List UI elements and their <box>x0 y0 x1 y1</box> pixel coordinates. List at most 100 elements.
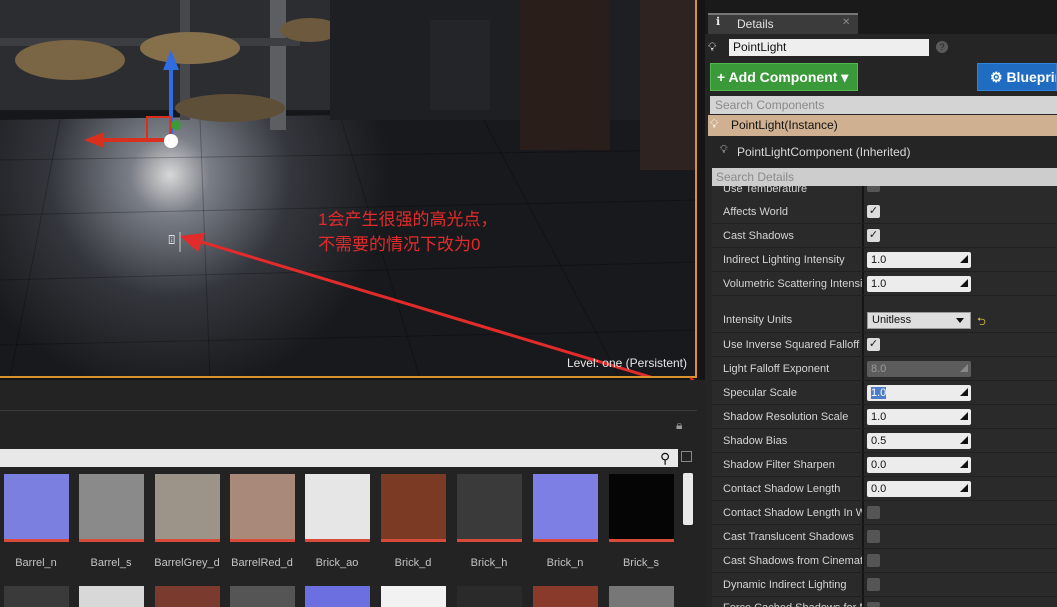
asset-label: Brick_n <box>546 557 584 569</box>
chevron-down-icon <box>956 318 964 323</box>
row-separator <box>712 380 1057 381</box>
row-separator <box>712 223 1057 224</box>
column-divider[interactable] <box>862 186 864 607</box>
level-label: Level: one (Persistent) <box>566 356 687 370</box>
add-component-button[interactable]: + Add Component ▾ <box>710 63 858 91</box>
field-shadow-filter[interactable]: 0.0 <box>867 457 971 473</box>
lightbulb-icon: 💡︎ <box>708 40 717 54</box>
prop-label-contact-shadow-ws: Contact Shadow Length In World Space <box>723 507 862 519</box>
component-child-row[interactable]: PointLightComponent (Inherited) <box>737 145 910 159</box>
field-value: 0.0 <box>871 459 887 471</box>
lock-icon[interactable]: ? <box>936 41 948 53</box>
asset-thumbnail[interactable] <box>155 474 220 539</box>
checkbox-cast-shadows[interactable]: ✓ <box>867 229 880 242</box>
search-icon[interactable]: ⚲ <box>660 450 670 467</box>
row-separator <box>712 356 1057 357</box>
asset-type-bar <box>457 539 522 542</box>
tab-details[interactable] <box>708 13 858 34</box>
checkbox-cast-cinematic[interactable] <box>867 554 880 567</box>
asset-thumbnail[interactable] <box>4 474 69 539</box>
asset-thumbnail[interactable] <box>230 586 295 607</box>
asset-thumbnail[interactable] <box>457 586 522 607</box>
asset-type-bar <box>305 539 370 542</box>
asset-label: Brick_h <box>470 557 508 569</box>
field-value: 1.0 <box>871 278 887 290</box>
asset-thumbnail[interactable] <box>79 586 144 607</box>
row-separator <box>712 548 1057 549</box>
prop-label-intensity-units: Intensity Units <box>723 314 793 326</box>
checkbox-inverse-squared[interactable]: ✓ <box>867 338 880 351</box>
field-shadow-resolution[interactable]: 1.0 <box>867 409 971 425</box>
dropdown-value: Unitless <box>872 314 912 326</box>
row-separator <box>712 452 1057 453</box>
asset-type-bar <box>533 539 598 542</box>
search-details-input[interactable]: Search Details <box>712 168 1057 186</box>
component-instance-row[interactable]: PointLight(Instance) <box>708 115 1057 136</box>
prop-label-shadow-filter: Shadow Filter Sharpen <box>723 459 835 471</box>
reset-to-default-icon[interactable]: ⮌ <box>977 313 986 332</box>
browser-divider <box>0 410 697 411</box>
asset-thumbnail[interactable] <box>533 586 598 607</box>
close-icon[interactable]: ✕ <box>842 17 850 28</box>
row-separator <box>712 572 1057 573</box>
asset-label: BarrelGrey_d <box>154 557 220 569</box>
prop-label-falloff-exponent: Light Falloff Exponent <box>723 363 830 375</box>
field-falloff-exponent: 8.0 <box>867 361 971 377</box>
prop-label-force-cached: Force Cached Shadows for Movable Primiti… <box>723 602 862 607</box>
drag-handle-icon[interactable] <box>960 388 968 396</box>
prop-label-indirect-lighting: Indirect Lighting Intensity <box>723 254 845 266</box>
asset-thumbnail[interactable] <box>533 474 598 539</box>
field-indirect-lighting[interactable]: 1.0 <box>867 252 971 268</box>
asset-thumbnail[interactable] <box>609 474 674 539</box>
asset-search-input[interactable] <box>0 449 678 467</box>
asset-thumbnail[interactable] <box>305 586 370 607</box>
drag-handle-icon[interactable] <box>960 460 968 468</box>
row-separator <box>712 332 1057 333</box>
prop-label-cast-translucent: Cast Translucent Shadows <box>723 531 854 543</box>
row-separator <box>712 500 1057 501</box>
lock-icon[interactable]: 🔒︎ <box>676 418 682 433</box>
drag-handle-icon[interactable] <box>960 412 968 420</box>
field-contact-shadow[interactable]: 0.0 <box>867 481 971 497</box>
asset-thumbnail[interactable] <box>381 474 446 539</box>
asset-thumbnail[interactable] <box>381 586 446 607</box>
checkbox-affects-world[interactable]: ✓ <box>867 205 880 218</box>
asset-type-bar <box>4 539 69 542</box>
field-value: 1.0 <box>871 411 887 423</box>
actor-name-field[interactable]: PointLight <box>729 39 929 56</box>
asset-type-bar <box>609 539 674 542</box>
field-specular-scale[interactable]: 1.0 <box>867 385 971 401</box>
asset-thumbnail[interactable] <box>305 474 370 539</box>
drag-handle-icon[interactable] <box>960 484 968 492</box>
search-components-input[interactable]: Search Components <box>710 96 1057 114</box>
checkbox-force-cached[interactable] <box>867 602 880 607</box>
browser-scrollbar[interactable] <box>683 473 693 525</box>
asset-type-bar <box>230 539 295 542</box>
field-shadow-bias[interactable]: 0.5 <box>867 433 971 449</box>
asset-thumbnail[interactable] <box>155 586 220 607</box>
checkbox-dynamic-indirect[interactable] <box>867 578 880 591</box>
checkbox-cast-translucent[interactable] <box>867 530 880 543</box>
blueprint-button[interactable]: ⚙ Blueprint/Add Script <box>977 63 1057 91</box>
asset-label: Brick_d <box>394 557 432 569</box>
lightbulb-icon: 💡︎ <box>710 117 719 131</box>
asset-label: Barrel_s <box>90 557 132 569</box>
row-separator <box>712 247 1057 248</box>
intensity-units-dropdown[interactable]: Unitless <box>867 312 971 329</box>
prop-label-affects-world: Affects World <box>723 206 789 218</box>
drag-handle-icon[interactable] <box>960 255 968 263</box>
row-separator <box>712 596 1057 597</box>
save-search-icon[interactable] <box>681 451 692 462</box>
level-viewport[interactable]: ꘖ 1会产生很强的高光点， 不需要的情况下改为0 Level: one (Per… <box>0 0 697 378</box>
prop-label-cast-cinematic: Cast Shadows from Cinematic Objects Only <box>723 555 862 567</box>
field-value-selected[interactable]: 1.0 <box>871 387 887 399</box>
asset-thumbnail[interactable] <box>4 586 69 607</box>
checkbox-contact-shadow-ws[interactable] <box>867 506 880 519</box>
field-volumetric[interactable]: 1.0 <box>867 276 971 292</box>
asset-thumbnail[interactable] <box>230 474 295 539</box>
asset-thumbnail[interactable] <box>457 474 522 539</box>
asset-thumbnail[interactable] <box>609 586 674 607</box>
drag-handle-icon[interactable] <box>960 279 968 287</box>
asset-thumbnail[interactable] <box>79 474 144 539</box>
drag-handle-icon[interactable] <box>960 436 968 444</box>
